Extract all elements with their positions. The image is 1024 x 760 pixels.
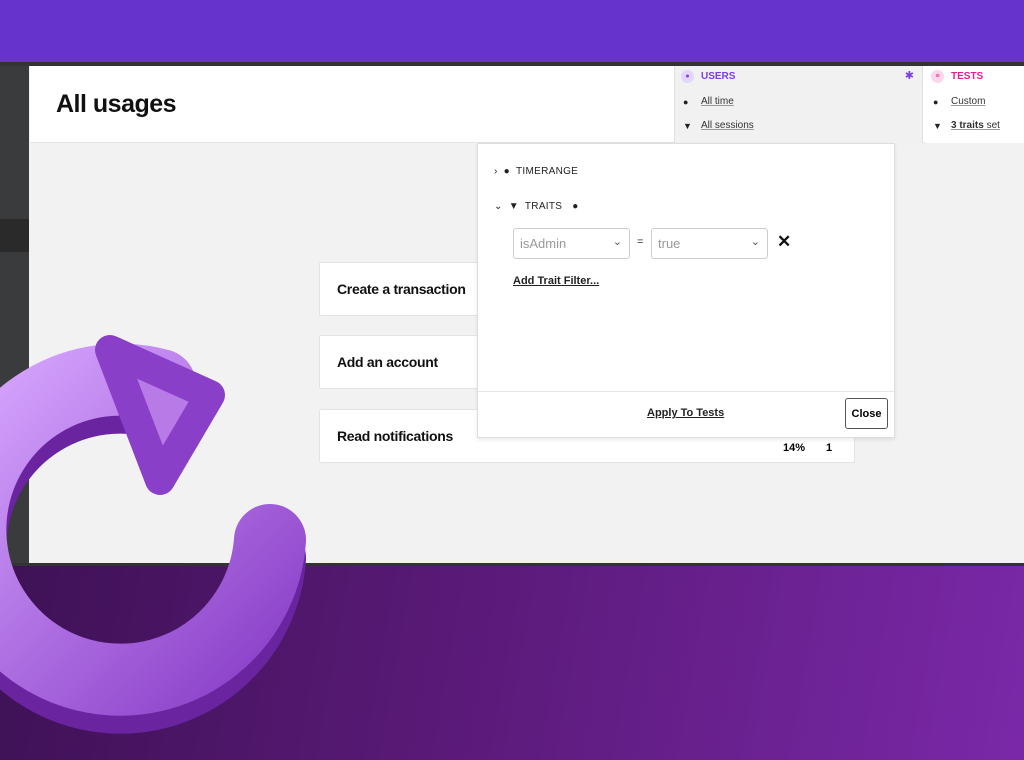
chevron-down-icon: ⌄: [494, 201, 503, 212]
trait-key-value: isAdmin: [520, 236, 567, 251]
filter-icon: ▼: [508, 201, 519, 212]
clock-icon: ●: [683, 96, 689, 107]
header: All usages ● USERS ✱ ● All time ▼ All sessi…: [30, 66, 1024, 143]
dropdown-footer: Apply To Tests Close: [478, 391, 894, 438]
sidebar-item-active[interactable]: [0, 219, 29, 252]
users-filter-link[interactable]: All sessions: [701, 120, 754, 131]
trait-value: true: [658, 236, 681, 251]
gear-icon[interactable]: ✱: [905, 69, 914, 82]
traits-label: TRAITS: [524, 201, 563, 212]
apply-to-tests-button[interactable]: Apply To Tests: [647, 407, 724, 419]
users-label: USERS: [701, 71, 736, 82]
tests-filter-link[interactable]: 3 traits set: [951, 120, 1000, 131]
trait-value-select[interactable]: true ⌄: [651, 228, 768, 259]
users-panel: ● USERS ✱ ● All time ▼ All sessions: [674, 66, 923, 143]
page-title: All usages: [56, 90, 177, 118]
usage-name: Create a transaction: [337, 281, 466, 297]
filter-icon: ▼: [933, 120, 942, 131]
close-button[interactable]: Close: [845, 398, 888, 429]
usage-name: Add an account: [337, 354, 438, 370]
tests-timerange-link[interactable]: Custom: [951, 96, 985, 107]
tests-label: TESTS: [951, 71, 984, 82]
traits-section-toggle[interactable]: ⌄ ▼ TRAITS ●: [494, 201, 585, 212]
clock-icon: ●: [933, 96, 939, 107]
user-icon: ●: [681, 70, 694, 83]
info-icon[interactable]: ●: [572, 201, 578, 212]
users-timerange-link[interactable]: All time: [701, 96, 734, 107]
clock-icon: ●: [503, 166, 510, 177]
list-icon: ≡: [931, 70, 944, 83]
timerange-label: TIMERANGE: [515, 166, 579, 177]
background-top: [0, 0, 1024, 62]
operator: =: [637, 236, 644, 248]
chevron-right-icon: ›: [494, 166, 498, 177]
timerange-section-toggle[interactable]: › ● TIMERANGE: [494, 166, 584, 177]
traits-count: 3 traits: [951, 120, 984, 131]
chevron-down-icon: ⌄: [750, 236, 760, 248]
usage-name: Read notifications: [337, 428, 453, 444]
remove-trait-icon[interactable]: ✕: [777, 232, 791, 252]
usage-percent: 14%: [783, 442, 806, 454]
usage-count: 1: [826, 442, 833, 454]
tests-panel: ≡ TESTS ● Custom ▼ 3 traits set: [925, 66, 1024, 143]
add-trait-filter-link[interactable]: Add Trait Filter...: [513, 275, 599, 287]
trait-key-select[interactable]: isAdmin ⌄: [513, 228, 630, 259]
chevron-down-icon: ⌄: [612, 236, 622, 248]
traits-suffix: set: [983, 120, 1000, 131]
filter-dropdown: › ● TIMERANGE ⌄ ▼ TRAITS ● isAdmin ⌄ = true ⌄ ✕…: [477, 143, 895, 438]
filter-icon: ▼: [683, 120, 692, 131]
refresh-arrow-icon: [0, 335, 306, 734]
